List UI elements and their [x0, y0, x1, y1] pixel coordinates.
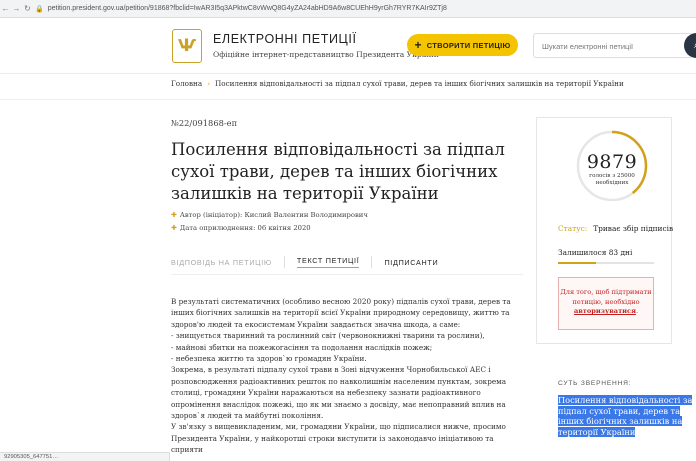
breadcrumb: Головна › Посилення відповідальності за пі… — [171, 79, 624, 88]
progress-bar — [558, 262, 654, 264]
divider — [0, 99, 696, 100]
essence-label: СУТЬ ЗВЕРНЕННЯ: — [558, 380, 632, 387]
petition-number: №22/091868-еп — [171, 118, 238, 128]
auth-notice: Для того, щоб підтримати петицію, необхі… — [558, 277, 654, 330]
back-icon[interactable]: ← — [0, 4, 11, 13]
search-input[interactable]: Шукати електронні петиції — [533, 33, 693, 58]
forward-icon[interactable]: → — [11, 4, 22, 13]
site-subtitle: Офіційне інтернет-представництво Президе… — [213, 50, 439, 59]
tab-divider — [371, 256, 373, 268]
lock-icon: 🔒 — [35, 5, 44, 13]
tab-divider — [283, 256, 285, 268]
status-row: Статус: Триває збір підписів — [558, 224, 673, 233]
petition-title: Посилення відповідальності за підпал сух… — [171, 140, 505, 203]
create-petition-button[interactable]: + СТВОРИТИ ПЕТИЦІЮ — [407, 34, 518, 56]
status-label: Статус: — [558, 224, 588, 233]
auth-text: Для того, щоб підтримати петицію, необхі… — [560, 288, 652, 306]
author-icon: ✚ — [171, 211, 177, 219]
signature-count: 9879 — [586, 151, 638, 173]
petition-paragraph: Зокрема, в результаті підпалу сухої трав… — [171, 365, 509, 421]
plus-icon: + — [414, 38, 422, 52]
signature-caption: голосів з 25000 необхідних — [589, 173, 635, 186]
status-value: Триває збір підписів — [593, 224, 674, 233]
create-petition-label: СТВОРИТИ ПЕТИЦІЮ — [426, 40, 511, 50]
reload-icon[interactable]: ↻ — [22, 4, 33, 13]
essence-text[interactable]: Посилення відповідальності за підпал сух… — [558, 395, 696, 437]
days-remaining: Залишилося 83 дні — [558, 248, 633, 257]
petition-paragraph: У зв'язку з вищевикладеним, ми, громадян… — [171, 422, 509, 455]
site-title[interactable]: ЕЛЕКТРОННІ ПЕТИЦІЇ — [213, 32, 357, 46]
divider — [171, 274, 523, 275]
breadcrumb-home[interactable]: Головна — [171, 79, 202, 88]
essence-text-selected: Посилення відповідальності за підпал сух… — [558, 395, 693, 437]
petition-body: В результаті систематичних (особливо вес… — [171, 296, 521, 456]
tab-response[interactable]: ВІДПОВІДЬ НА ПЕТИЦІЮ — [171, 258, 272, 267]
date-text: Дата оприлюднення: 06 квітня 2020 — [179, 224, 311, 232]
date-icon: ✚ — [171, 224, 177, 232]
trident-icon: Ѱ — [177, 35, 197, 56]
site-header: Ѱ ЕЛЕКТРОННІ ПЕТИЦІЇ Офіційне інтернет-п… — [0, 18, 696, 74]
tab-signers[interactable]: ПІДПИСАНТИ — [384, 258, 438, 267]
breadcrumb-separator-icon: › — [207, 79, 210, 88]
author-text: Автор (ініціатор): Кислий Валентин Волод… — [179, 211, 368, 219]
browser-address-bar[interactable]: ← → ↻ 🔒 petition.president.gov.ua/petiti… — [0, 0, 696, 18]
petition-tabs: ВІДПОВІДЬ НА ПЕТИЦІЮ ТЕКСТ ПЕТИЦІЇ ПІДПИ… — [171, 255, 523, 269]
petition-paragraph: В результаті систематичних (особливо вес… — [171, 297, 511, 364]
progress-bar-fill — [558, 262, 596, 264]
tab-petition-text[interactable]: ТЕКСТ ПЕТИЦІЇ — [296, 256, 360, 268]
petition-date: ✚ Дата оприлюднення: 06 квітня 2020 — [171, 224, 311, 232]
download-bar-item[interactable]: 92905305_647751… — [0, 452, 170, 461]
coat-of-arms-logo[interactable]: Ѱ — [172, 29, 202, 63]
url-text[interactable]: petition.president.gov.ua/petition/91868… — [48, 5, 447, 12]
auth-end: . — [635, 307, 639, 315]
breadcrumb-current: Посилення відповідальності за підпал сух… — [214, 79, 624, 88]
petition-author: ✚ Автор (ініціатор): Кислий Валентин Воло… — [171, 211, 368, 219]
auth-link[interactable]: авторизуватися — [574, 307, 636, 315]
